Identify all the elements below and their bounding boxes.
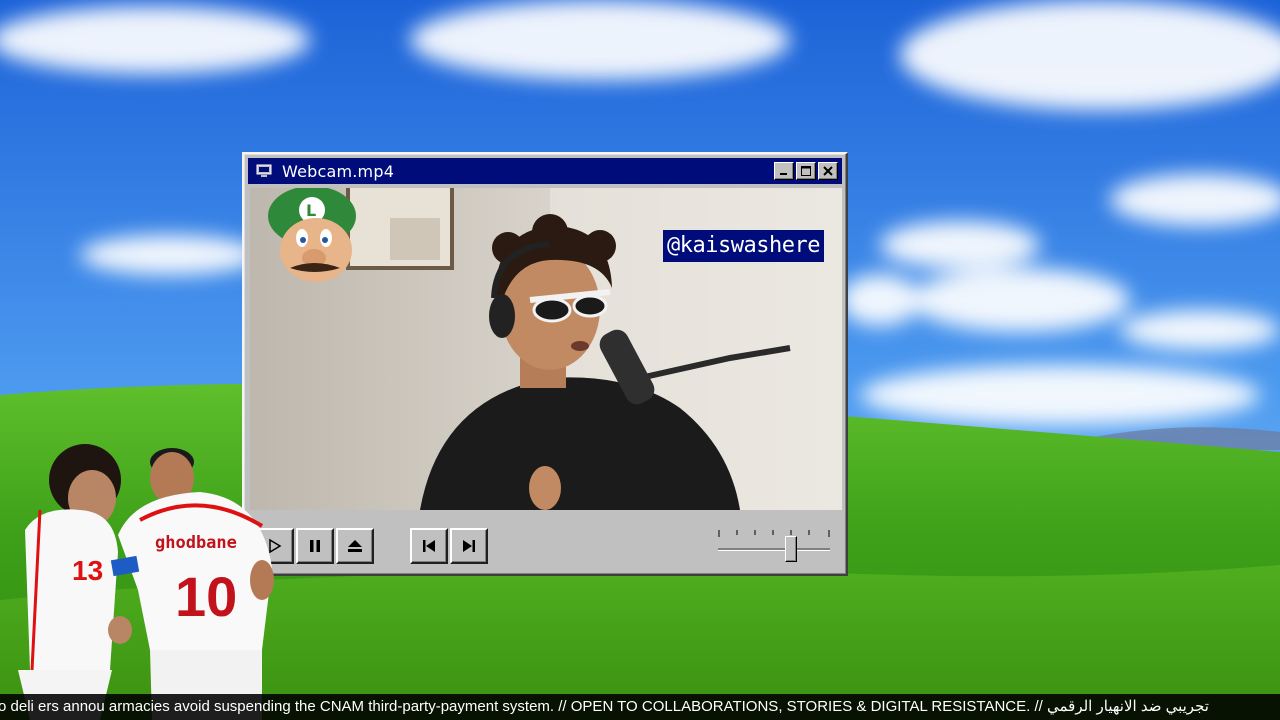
- eject-button[interactable]: [336, 528, 374, 564]
- football-players-image: 13 ghodbane 10: [18, 444, 274, 720]
- close-button[interactable]: [818, 162, 838, 180]
- minimize-icon: [780, 173, 787, 175]
- close-icon: [823, 166, 833, 176]
- volume-slider-track[interactable]: [718, 548, 830, 551]
- skip-back-button[interactable]: [410, 528, 448, 564]
- ticker-text: o deli ers annou armacies avoid suspendi…: [0, 698, 1209, 715]
- maximize-icon: [801, 166, 811, 176]
- left-player-number: 13: [72, 555, 103, 586]
- pause-icon: [310, 540, 320, 552]
- skip-forward-icon: [463, 540, 475, 552]
- minimize-button[interactable]: [774, 162, 794, 180]
- media-player-window: Webcam.mp4 L @kaiswashere: [242, 152, 848, 576]
- player-controls: [248, 516, 842, 570]
- news-ticker: o deli ers annou armacies avoid suspendi…: [0, 694, 1280, 720]
- handle-overlay-label: @kaiswashere: [663, 230, 824, 262]
- webcam-video[interactable]: L @kaiswashere: [250, 188, 842, 510]
- skip-forward-button[interactable]: [450, 528, 488, 564]
- volume-ticks: [718, 530, 830, 537]
- window-title: Webcam.mp4: [282, 161, 395, 181]
- right-player-name: ghodbane: [155, 533, 237, 553]
- svg-text:L: L: [306, 201, 316, 220]
- volume-slider-thumb[interactable]: [784, 536, 797, 562]
- title-bar[interactable]: Webcam.mp4: [248, 158, 842, 184]
- skip-back-icon: [423, 540, 435, 552]
- maximize-button[interactable]: [796, 162, 816, 180]
- pause-button[interactable]: [296, 528, 334, 564]
- right-player-number: 10: [175, 565, 237, 628]
- eject-icon: [348, 540, 362, 552]
- monitor-icon: [256, 164, 272, 177]
